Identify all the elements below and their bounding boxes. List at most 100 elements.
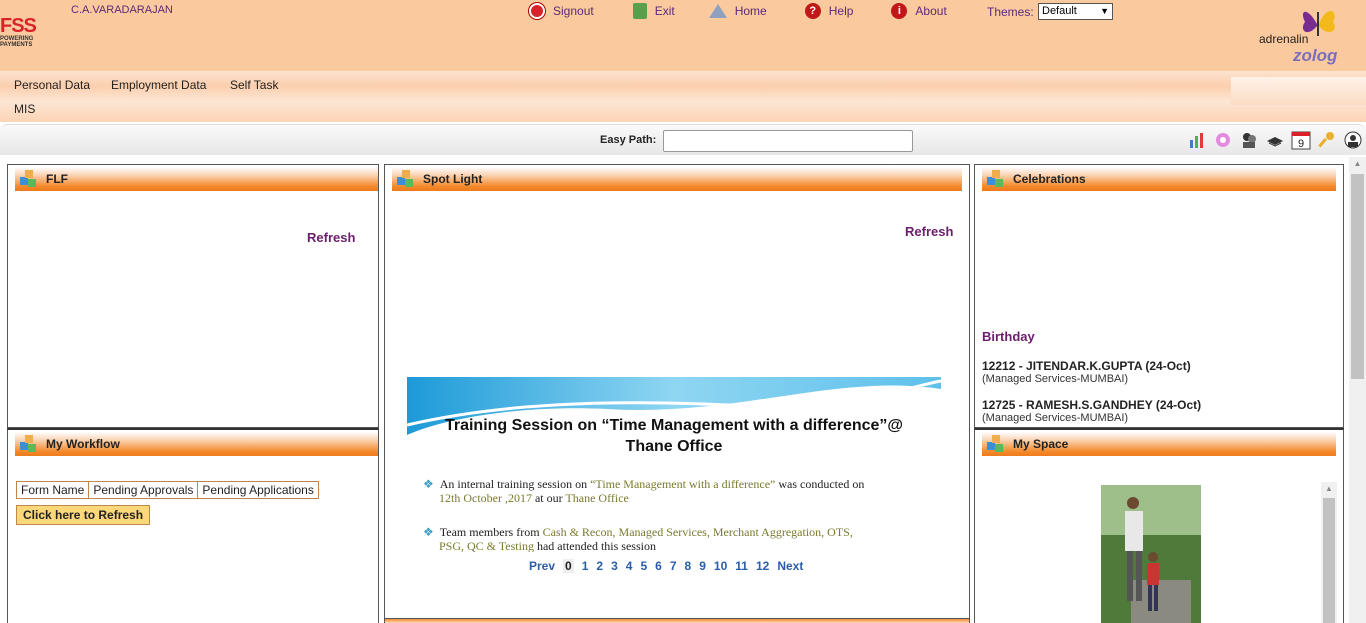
person-name: 12212 - JITENDAR.K.GUPTA (24-Oct) <box>982 359 1191 373</box>
myspace-title-bar: My Space <box>982 432 1336 456</box>
pager-page-1[interactable]: 1 <box>582 559 589 573</box>
person-dept: (Managed Services-MUMBAI) <box>982 373 1129 385</box>
flf-title-bar: FLF <box>15 167 378 191</box>
help-link[interactable]: ? Help <box>804 3 854 19</box>
page-scrollbar[interactable]: ▲ <box>1349 157 1366 623</box>
pager-page-8[interactable]: 8 <box>685 559 692 573</box>
spotlight-pager: Prev 0 1 2 3 4 5 6 7 8 9 10 11 12 Next <box>529 559 811 573</box>
username: C.A.VARADARAJAN <box>71 4 173 16</box>
key-icon[interactable] <box>1316 129 1338 151</box>
pager-prev[interactable]: Prev <box>529 559 555 573</box>
panel-cubes-icon <box>397 170 413 187</box>
themes-selected-value: Default <box>1042 5 1077 17</box>
about-icon: i <box>891 3 908 19</box>
panel-cubes-icon <box>20 170 36 187</box>
product-name: adrenalin <box>1259 32 1309 46</box>
people-icon[interactable] <box>1238 129 1260 151</box>
spotlight-title: Spot Light <box>423 172 483 186</box>
flf-panel: FLF Refresh <box>7 164 379 428</box>
adrenalin-logo: adrenalin zolog <box>1259 4 1366 68</box>
signout-icon <box>529 3 545 19</box>
b1-highlight-2: Thane Office <box>565 491 629 505</box>
myspace-title: My Space <box>1013 437 1069 451</box>
slide-title-line-2: Thane Office <box>625 438 723 455</box>
b2-text-b: had attended this session <box>533 539 656 552</box>
pager-page-10[interactable]: 10 <box>714 559 727 573</box>
next-panel-edge <box>384 618 970 623</box>
pager-page-7[interactable]: 7 <box>670 559 677 573</box>
b2-highlight-2: PSG, QC & Testing <box>439 539 534 552</box>
flf-title: FLF <box>46 172 68 186</box>
b1-highlight-1: “Time Management with a difference” <box>590 477 776 491</box>
slide-bullet-1: ❖ An internal training session on “Time M… <box>423 477 864 505</box>
spotlight-slide[interactable]: Training Session on “Time Management wit… <box>407 377 941 552</box>
pager-page-0[interactable]: 0 <box>563 559 574 573</box>
person-name: 12725 - RAMESH.S.GANDHEY (24-Oct) <box>982 398 1202 412</box>
settings-gear-icon[interactable] <box>1212 129 1234 151</box>
pager-page-4[interactable]: 4 <box>626 559 633 573</box>
list-item: 12212 - JITENDAR.K.GUPTA (24-Oct) (Manag… <box>982 359 1191 385</box>
person-dept: (Managed Services-MUMBAI) <box>982 412 1129 424</box>
exit-link[interactable]: Exit <box>632 3 675 19</box>
scroll-up-icon[interactable]: ▲ <box>1321 482 1337 496</box>
chart-icon[interactable] <box>1186 129 1208 151</box>
easy-path-label: Easy Path: <box>600 134 657 146</box>
menu-mis[interactable]: MIS <box>14 102 35 116</box>
slide-bullet-2: ❖ Team members from Cash & Recon, Managed… <box>423 525 853 552</box>
pager-page-5[interactable]: 5 <box>640 559 647 573</box>
workflow-refresh-button[interactable]: Click here to Refresh <box>16 505 151 525</box>
pager-page-2[interactable]: 2 <box>596 559 603 573</box>
menu-self-task[interactable]: Self Task <box>230 78 278 92</box>
scroll-thumb[interactable] <box>1323 498 1335 623</box>
menu-right-strip <box>1231 77 1366 105</box>
pager-page-12[interactable]: 12 <box>756 559 769 573</box>
fss-logo: FSS POWERING PAYMENTS <box>0 16 48 56</box>
help-icon: ? <box>804 3 821 19</box>
workflow-title-bar: My Workflow <box>15 432 378 456</box>
pager-page-11[interactable]: 11 <box>735 559 748 573</box>
table-row: Form Name Pending Approvals Pending Appl… <box>15 481 319 499</box>
myspace-scrollbar[interactable]: ▲ <box>1321 482 1337 623</box>
logo-brand: FSS <box>0 15 37 37</box>
pager-next[interactable]: Next <box>777 559 803 573</box>
about-label: About <box>915 4 947 18</box>
pager-page-9[interactable]: 9 <box>699 559 706 573</box>
b2-highlight: Cash & Recon, Managed Services, Merchant… <box>542 525 853 539</box>
pager-page-3[interactable]: 3 <box>611 559 618 573</box>
home-link[interactable]: Home <box>708 4 767 18</box>
workflow-panel: My Workflow Form Name Pending Approvals … <box>7 428 379 623</box>
about-link[interactable]: i About <box>891 3 947 19</box>
bullet-icon: ❖ <box>423 477 434 491</box>
header: FSS POWERING PAYMENTS C.A.VARADARAJAN Si… <box>0 0 1366 71</box>
profile-photo <box>1101 485 1201 623</box>
scroll-thumb[interactable] <box>1351 174 1364 379</box>
menu-personal-data[interactable]: Personal Data <box>14 78 90 92</box>
easy-path-input[interactable] <box>663 130 913 152</box>
b1-text-c: at our <box>531 491 566 505</box>
top-nav: Signout Exit Home ? Help i About <box>529 3 947 19</box>
pager-page-6[interactable]: 6 <box>655 559 662 573</box>
myspace-panel: My Space ▲ <box>974 428 1344 623</box>
calendar-icon[interactable]: 9 <box>1290 129 1312 151</box>
themes-label: Themes: <box>987 5 1034 19</box>
workflow-table: Form Name Pending Approvals Pending Appl… <box>15 481 319 499</box>
product-sub-name: zolog <box>1293 46 1338 65</box>
logo-tagline-2: PAYMENTS <box>0 42 33 48</box>
scroll-up-icon[interactable]: ▲ <box>1349 157 1366 171</box>
flf-refresh-link[interactable]: Refresh <box>307 230 355 245</box>
spotlight-title-bar: Spot Light <box>392 167 962 191</box>
slide-title: Training Session on “Time Management wit… <box>407 415 941 457</box>
user-chat-icon[interactable] <box>1342 129 1364 151</box>
menu-employment-data[interactable]: Employment Data <box>111 78 206 92</box>
book-icon[interactable] <box>1264 129 1286 151</box>
col-pending-approvals: Pending Approvals <box>88 481 199 499</box>
panel-cubes-icon <box>987 435 1003 452</box>
themes-select[interactable]: Default ▼ <box>1038 3 1113 20</box>
exit-label: Exit <box>654 4 675 18</box>
signout-link[interactable]: Signout <box>529 3 594 19</box>
spotlight-refresh-link[interactable]: Refresh <box>905 224 953 239</box>
chevron-down-icon: ▼ <box>1100 6 1109 16</box>
help-label: Help <box>828 4 854 18</box>
signout-label: Signout <box>553 4 594 18</box>
b1-text-a: An internal training session on <box>439 477 591 491</box>
